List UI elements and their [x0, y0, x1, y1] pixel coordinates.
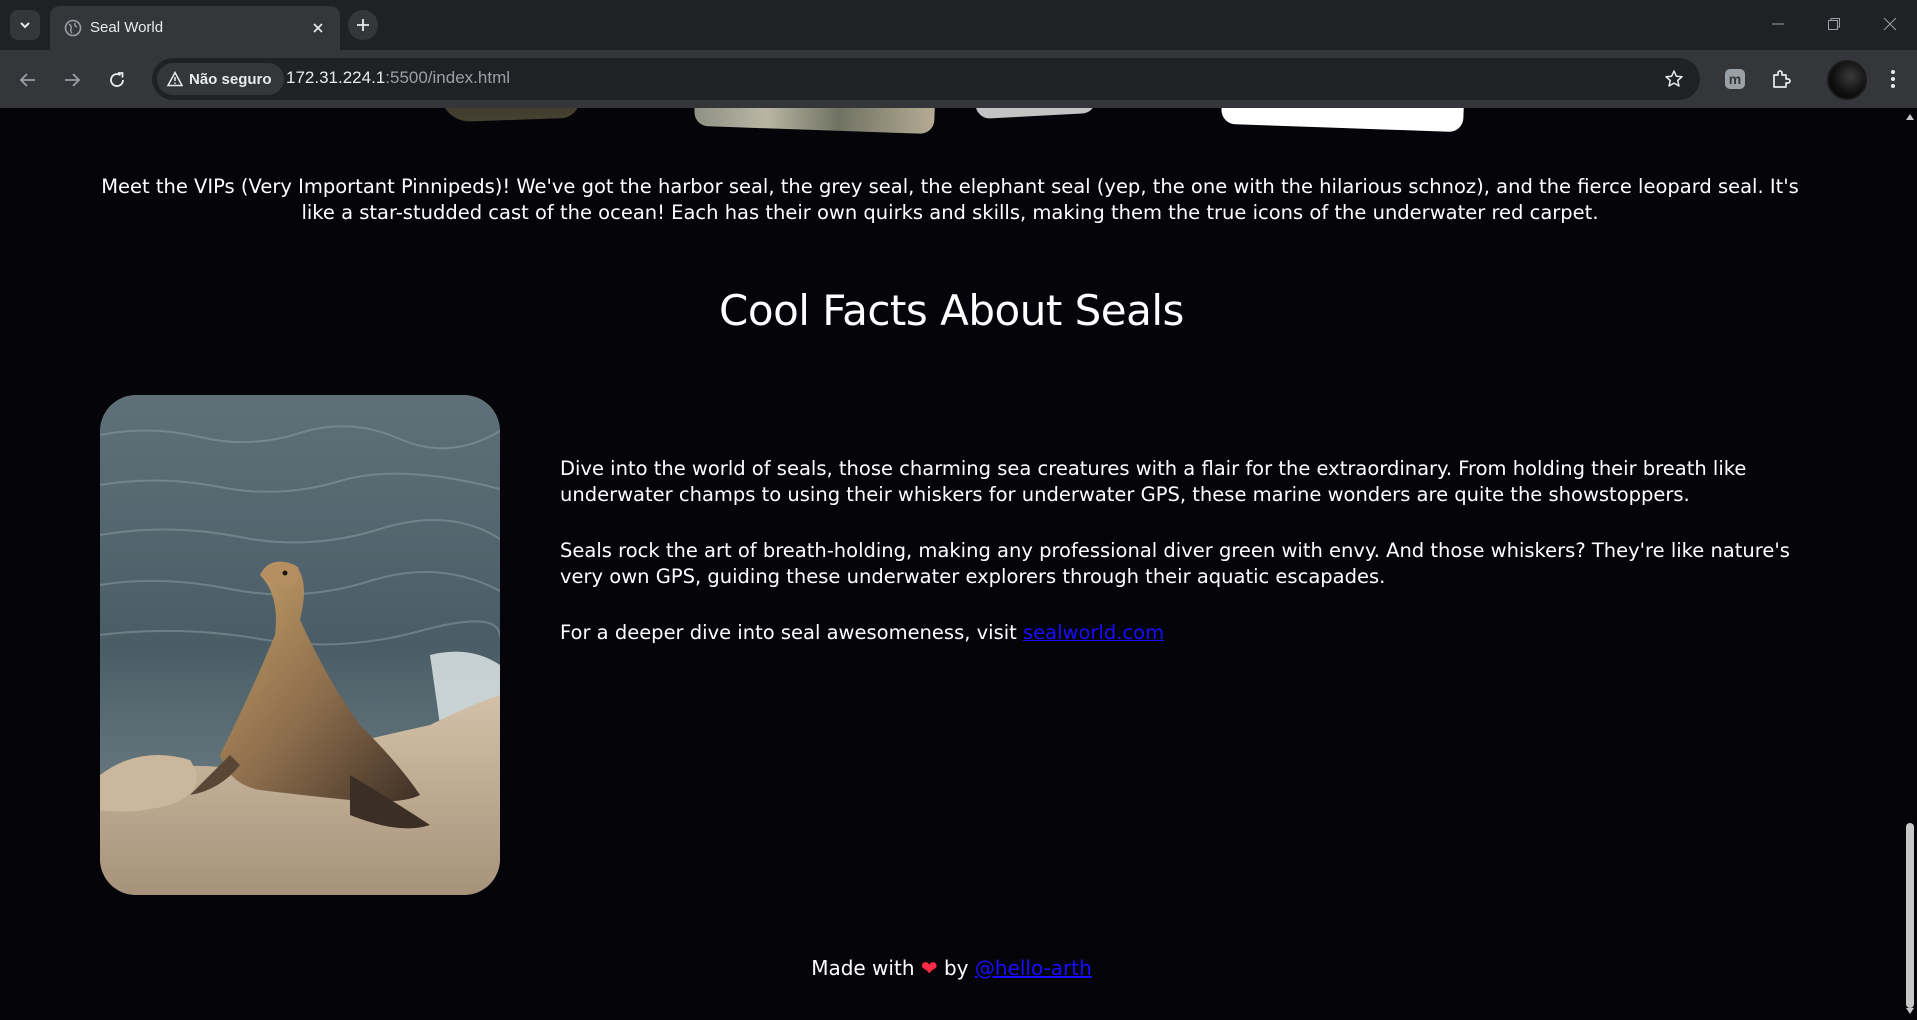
extensions-button[interactable] — [1766, 64, 1796, 94]
page-viewport: Meet the VIPs (Very Important Pinnipeds)… — [0, 108, 1903, 1020]
minimize-button[interactable] — [1750, 0, 1806, 48]
plus-icon — [357, 19, 369, 31]
visit-text: For a deeper dive into seal awesomeness,… — [560, 621, 1024, 644]
facts-paragraph-visit: For a deeper dive into seal awesomeness,… — [560, 620, 1790, 646]
heart-icon: ❤ — [920, 956, 938, 980]
facts-paragraph: Seals rock the art of breath-holding, ma… — [560, 539, 1790, 588]
restore-icon — [1828, 18, 1840, 30]
menu-icon — [1891, 70, 1895, 88]
url-host: 172.31.224.1 — [286, 68, 386, 87]
sea-lion-photo — [100, 395, 500, 895]
seal-types-intro: Meet the VIPs (Very Important Pinnipeds)… — [101, 175, 1799, 224]
back-icon — [19, 73, 35, 87]
browser-menu-button[interactable] — [1878, 64, 1908, 94]
window-close-icon — [1883, 17, 1897, 31]
window-close-button[interactable] — [1862, 0, 1917, 48]
scroll-up-icon[interactable] — [1905, 112, 1915, 122]
browser-toolbar: Não seguro 172.31.224.1:5500/index.html … — [0, 50, 1917, 108]
puzzle-icon — [1773, 70, 1791, 88]
reload-button[interactable] — [101, 64, 133, 96]
profile-avatar[interactable] — [1827, 60, 1867, 100]
globe-icon — [64, 19, 82, 37]
sealworld-link[interactable]: sealworld.com — [1023, 621, 1164, 644]
reload-icon — [110, 72, 124, 87]
author-link[interactable]: @hello-arth — [975, 956, 1092, 980]
footer-by: by — [943, 956, 969, 980]
bookmark-button[interactable] — [1662, 67, 1686, 91]
star-icon — [1665, 70, 1683, 87]
sea-lion-illustration — [100, 395, 500, 895]
scrollbar-thumb[interactable] — [1906, 823, 1914, 1008]
close-icon — [313, 23, 323, 33]
tab-search-button[interactable] — [10, 10, 40, 40]
security-chip[interactable]: Não seguro — [157, 63, 284, 95]
seal-card-image — [439, 108, 581, 123]
seal-card-image — [1221, 108, 1465, 133]
facts-paragraph: Dive into the world of seals, those char… — [560, 457, 1747, 506]
footer-made-with: Made with — [811, 956, 915, 980]
tab-close-button[interactable] — [308, 18, 328, 38]
restore-button[interactable] — [1806, 0, 1862, 48]
tab-search-icon — [20, 22, 30, 29]
extension-m-button[interactable]: m — [1720, 64, 1750, 94]
forward-icon — [65, 73, 81, 87]
warning-icon — [167, 71, 183, 87]
minimize-icon — [1772, 23, 1784, 25]
address-bar[interactable]: Não seguro 172.31.224.1:5500/index.html — [152, 58, 1700, 100]
facts-text: Dive into the world of seals, those char… — [560, 456, 1790, 676]
new-tab-button[interactable] — [348, 10, 378, 40]
back-button[interactable] — [12, 64, 44, 96]
seal-card-image — [973, 108, 1097, 120]
seal-card-image — [693, 108, 937, 135]
browser-tab[interactable]: Seal World — [50, 6, 340, 50]
facts-heading: Cool Facts About Seals — [719, 286, 1184, 335]
page-scrollbar[interactable] — [1903, 108, 1917, 1020]
browser-tab-bar: Seal World — [0, 0, 1917, 50]
url-text[interactable]: 172.31.224.1:5500/index.html — [286, 68, 510, 88]
tab-title: Seal World — [90, 19, 164, 36]
extension-m-icon: m — [1725, 69, 1745, 89]
forward-button[interactable] — [56, 64, 88, 96]
security-label: Não seguro — [189, 70, 272, 88]
scroll-down-icon[interactable] — [1905, 1006, 1915, 1016]
footer: Made with ❤ by @hello-arth — [0, 956, 1903, 980]
url-path: :5500/index.html — [385, 68, 511, 87]
